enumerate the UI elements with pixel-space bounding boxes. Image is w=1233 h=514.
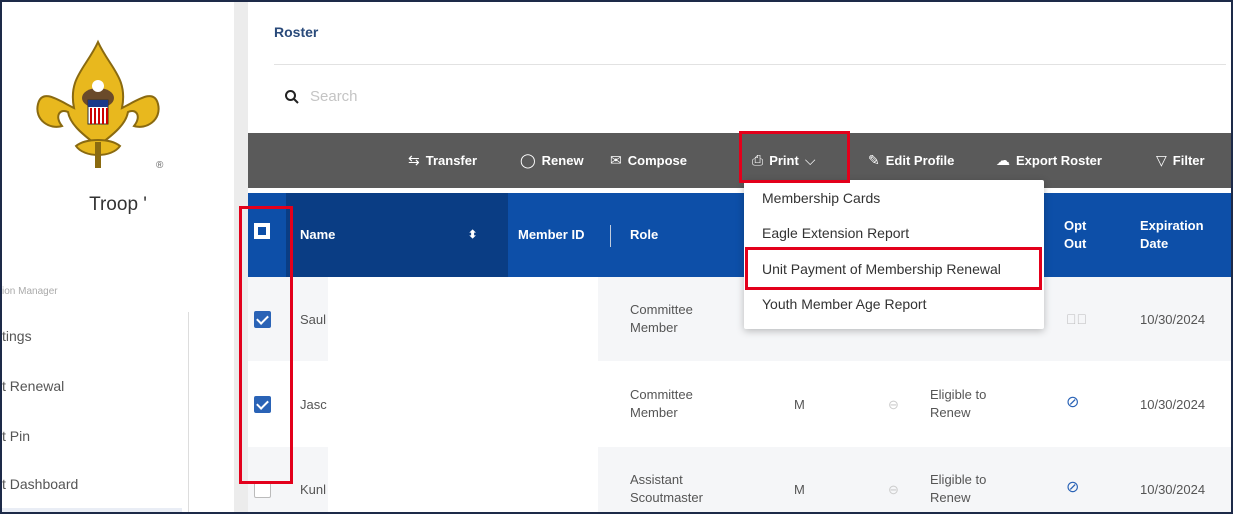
mail-icon: ✉: [610, 152, 622, 168]
row-role: Committee Member: [630, 386, 693, 422]
app-window: ® Troop ' ion Manager tings t Renewal t …: [0, 0, 1233, 514]
search-bar: [284, 88, 610, 105]
row-status-line1: Eligible to: [930, 472, 987, 487]
row-expiration: 10/30/2024: [1140, 312, 1206, 327]
column-member-id[interactable]: Member ID: [518, 193, 584, 277]
minus-circle-icon: ⊖: [888, 397, 899, 412]
row-name[interactable]: Kunl: [300, 481, 326, 499]
row-status: Eligible to Renew: [930, 471, 986, 507]
row-status: Eligible to Renew: [930, 386, 986, 422]
sidebar-item-dashboard[interactable]: t Dashboard: [2, 476, 78, 492]
column-expiration-line1: Expiration: [1140, 218, 1204, 233]
sidebar-item-settings[interactable]: tings: [2, 328, 32, 344]
row-role-line2: Scoutmaster: [630, 490, 703, 505]
filter-button[interactable]: ▽ Filter: [1156, 133, 1205, 188]
pencil-icon: ✎: [868, 152, 880, 168]
row-role-line1: Committee: [630, 302, 693, 317]
row-status-line2: Renew: [930, 405, 971, 420]
search-icon: [285, 89, 299, 104]
row-expiration: 10/30/2024: [1140, 397, 1206, 412]
row-status-line1: Eligible to: [930, 387, 987, 402]
opt-out-block-icon[interactable]: ⊘: [1066, 394, 1079, 412]
sidebar-divider: [234, 2, 248, 512]
column-expiration-date[interactable]: Expiration Date: [1140, 193, 1204, 277]
nav-divider: [188, 312, 189, 512]
column-separator: [610, 225, 611, 247]
row-role-line2: Member: [630, 405, 678, 420]
sort-icon[interactable]: ⬍: [468, 193, 477, 277]
transfer-icon: ⇆: [408, 152, 420, 168]
column-opt-out-line1: Opt: [1064, 218, 1087, 233]
sidebar-item-pin[interactable]: t Pin: [2, 428, 30, 444]
compose-label: Compose: [627, 153, 687, 168]
opt-out-check-icon[interactable]: ✓⃝: [1066, 310, 1087, 328]
minus-circle-icon: ⊖: [888, 482, 899, 497]
search-input[interactable]: [310, 88, 610, 105]
renew-label: Renew: [541, 153, 584, 168]
bsa-logo: ®: [36, 39, 164, 171]
row-expiration: 10/30/2024: [1140, 482, 1206, 497]
filter-icon: ▽: [1156, 152, 1167, 168]
column-opt-out-line2: Out: [1064, 236, 1087, 251]
column-role[interactable]: Role: [630, 193, 658, 277]
export-roster-label: Export Roster: [1016, 153, 1102, 168]
row-role: Committee Member: [630, 301, 693, 337]
menu-item-membership-cards[interactable]: Membership Cards: [762, 190, 880, 206]
sidebar-item-selected[interactable]: [2, 508, 182, 512]
roster-toolbar: ⇆ Transfer ◯ Renew ✉ Compose ⎙ Print ⌵ ✎…: [248, 133, 1231, 188]
row-checkbox[interactable]: [254, 396, 271, 413]
printer-icon: ⎙: [752, 152, 764, 168]
filter-label: Filter: [1172, 153, 1205, 168]
svg-text:®: ®: [156, 160, 164, 171]
row-gender: M: [794, 482, 805, 497]
opt-out-block-icon[interactable]: ⊘: [1066, 479, 1079, 497]
title-divider: [274, 64, 1226, 65]
chevron-down-icon: ⌵: [804, 152, 816, 168]
transfer-label: Transfer: [425, 153, 478, 168]
select-all-checkbox[interactable]: [254, 223, 270, 239]
redaction-block: [330, 278, 598, 500]
sidebar: ® Troop ' ion Manager tings t Renewal t …: [2, 2, 234, 512]
column-expiration-line2: Date: [1140, 236, 1169, 251]
troop-name: Troop ': [89, 194, 147, 215]
page-title: Roster: [274, 24, 319, 40]
table-header: Name ⬍ Member ID Role Opt Out Expiration…: [248, 193, 1231, 277]
row-status-line2: Renew: [930, 490, 971, 505]
menu-item-youth-member-age-report[interactable]: Youth Member Age Report: [762, 296, 926, 312]
row-role-line1: Committee: [630, 387, 693, 402]
row-gender: M: [794, 397, 805, 412]
edit-profile-label: Edit Profile: [885, 153, 955, 168]
row-role-line2: Member: [630, 320, 678, 335]
row-role: Assistant Scoutmaster: [630, 471, 703, 507]
print-menu: Membership Cards Eagle Extension Report …: [744, 180, 1044, 329]
nav-section-caption: ion Manager: [2, 286, 58, 297]
column-opt-out[interactable]: Opt Out: [1064, 193, 1086, 277]
row-checkbox[interactable]: [254, 311, 271, 328]
main-content: Roster ⇆ Transfer ◯ Renew ✉ Compose: [248, 2, 1231, 512]
row-role-line1: Assistant: [630, 472, 683, 487]
renew-button[interactable]: ◯ Renew: [520, 133, 584, 188]
cloud-upload-icon: ☁: [996, 152, 1010, 168]
menu-item-unit-payment-renewal[interactable]: Unit Payment of Membership Renewal: [762, 261, 1001, 277]
column-name[interactable]: Name: [300, 193, 335, 277]
transfer-button[interactable]: ⇆ Transfer: [408, 133, 477, 188]
sidebar-item-renewal[interactable]: t Renewal: [2, 378, 64, 394]
menu-item-eagle-extension-report[interactable]: Eagle Extension Report: [762, 225, 909, 241]
row-name[interactable]: Jasc: [300, 396, 327, 414]
refresh-icon: ◯: [520, 152, 536, 168]
compose-button[interactable]: ✉ Compose: [610, 133, 687, 188]
print-label: Print: [769, 153, 799, 168]
row-checkbox[interactable]: [254, 481, 271, 498]
row-name[interactable]: Saul: [300, 311, 326, 329]
